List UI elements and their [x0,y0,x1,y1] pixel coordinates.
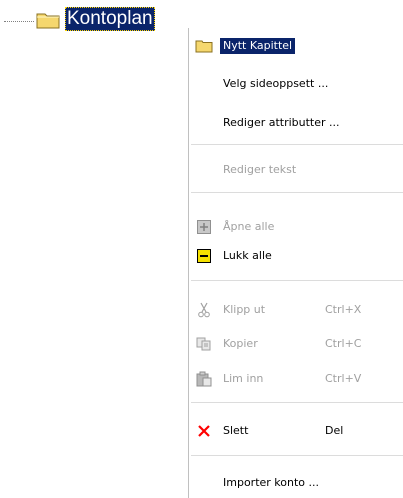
menu-separator [191,280,403,281]
menu-item-label: Velg sideoppsett ... [223,77,329,90]
menu-item-edit-text[interactable]: Rediger tekst [193,157,403,183]
context-menu: Nytt Kapittel Velg sideoppsett ... Redig… [188,28,403,498]
menu-item-label: Lim inn [223,372,264,385]
menu-item-collapse-all[interactable]: Lukk alle [193,243,403,269]
tree-node-kontoplan[interactable]: Kontoplan [65,7,155,31]
menu-item-shortcut: Del [325,424,344,437]
menu-item-page-setup[interactable]: Velg sideoppsett ... [193,71,403,97]
paste-icon [195,370,213,388]
collapse-icon [195,247,213,265]
menu-item-expand-all[interactable]: Åpne alle [193,214,403,240]
delete-icon [195,422,213,440]
menu-separator [191,144,403,145]
menu-item-paste[interactable]: Lim inn Ctrl+V [193,366,403,392]
menu-item-cut[interactable]: Klipp ut Ctrl+X [193,297,403,323]
menu-item-delete[interactable]: Slett Del [193,418,403,444]
menu-item-label: Rediger attributter ... [223,116,340,129]
menu-item-label: Kopier [223,337,258,350]
menu-separator [191,192,403,193]
menu-item-label: Åpne alle [223,220,275,233]
menu-item-shortcut: Ctrl+X [325,303,362,316]
expand-icon [195,218,213,236]
menu-item-copy[interactable]: Kopier Ctrl+C [193,331,403,357]
folder-icon [195,37,213,55]
menu-item-label: Rediger tekst [223,163,297,176]
menu-item-shortcut: Ctrl+C [325,337,362,350]
menu-item-new-chapter[interactable]: Nytt Kapittel [193,33,403,59]
scissors-icon [195,301,213,319]
menu-item-label: Importer konto ... [223,476,320,489]
menu-item-label: Nytt Kapittel [220,38,296,54]
menu-item-label: Lukk alle [223,249,272,262]
menu-item-label: Klipp ut [223,303,266,316]
menu-separator [191,402,403,403]
folder-icon [36,11,60,29]
tree-connector [4,21,34,22]
copy-icon [195,335,213,353]
menu-item-shortcut: Ctrl+V [325,372,362,385]
menu-item-label: Slett [223,424,249,437]
menu-item-edit-attributes[interactable]: Rediger attributter ... [193,110,403,136]
menu-separator [191,455,403,456]
menu-item-import-account[interactable]: Importer konto ... [193,470,403,496]
